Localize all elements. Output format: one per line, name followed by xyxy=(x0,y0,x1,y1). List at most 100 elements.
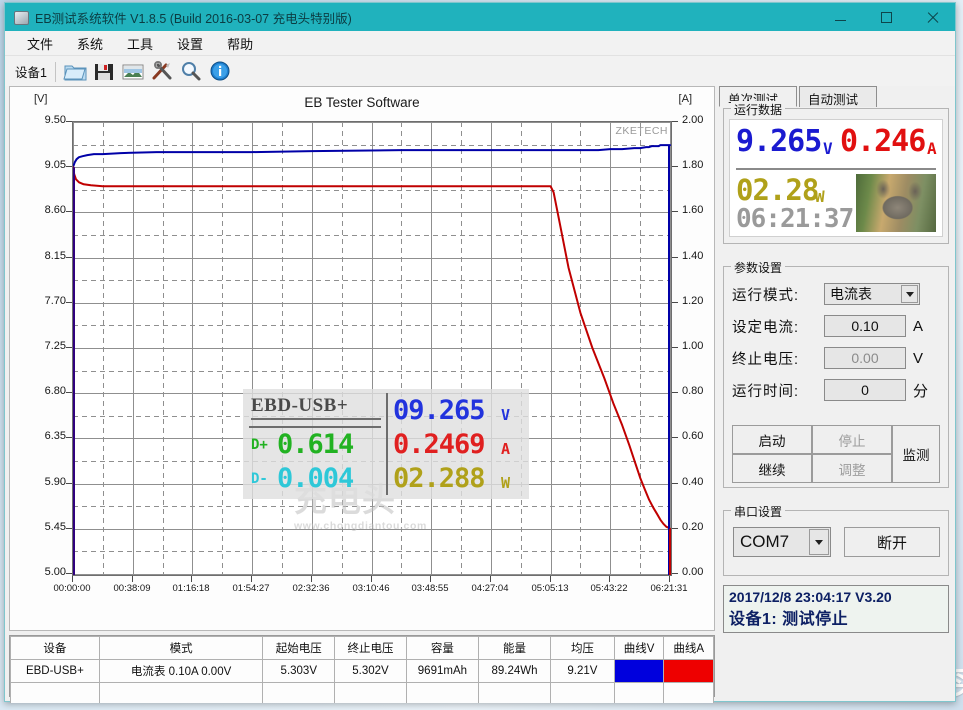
th-start-voltage: 起始电压 xyxy=(262,636,336,660)
cell-empty-8 xyxy=(613,682,665,703)
ebd-power-unit: W xyxy=(501,474,511,492)
y-axis-left-tick-label: 6.80 xyxy=(44,385,66,397)
picture-icon[interactable] xyxy=(121,60,146,83)
x-axis-tick-label: 05:43:22 xyxy=(590,583,628,594)
chevron-down-icon[interactable] xyxy=(809,529,829,555)
x-axis-tick-mark xyxy=(490,576,491,582)
toolbar: 设备1 xyxy=(5,56,955,88)
tab-auto-test[interactable]: 自动测试 xyxy=(799,86,877,107)
th-avg-voltage: 均压 xyxy=(550,636,615,660)
x-axis-tick-label: 01:54:27 xyxy=(232,583,270,594)
menu-item-file[interactable]: 文件 xyxy=(17,32,63,55)
cell-empty-9 xyxy=(663,682,714,703)
y-axis-right-tick-mark xyxy=(672,302,678,303)
label-set-current: 设定电流: xyxy=(732,319,800,336)
select-serial-port[interactable]: COM7 xyxy=(733,527,831,557)
ebd-dplus-label: D+ xyxy=(251,437,268,453)
cell-end-voltage: 5.302V xyxy=(334,659,407,683)
x-axis-tick-mark xyxy=(132,576,133,582)
tools-icon[interactable] xyxy=(150,60,175,83)
maximize-button[interactable] xyxy=(863,3,909,31)
chevron-down-icon[interactable] xyxy=(901,285,918,303)
th-capacity: 容量 xyxy=(405,636,480,660)
cell-empty-2 xyxy=(98,682,264,703)
row-run-mode: 运行模式: 电流表 xyxy=(732,281,920,307)
zoom-icon[interactable] xyxy=(179,60,204,83)
select-run-mode[interactable]: 电流表 xyxy=(824,283,920,305)
run-voltage-unit: V xyxy=(823,139,833,158)
start-button[interactable]: 启动 xyxy=(732,425,812,454)
chart-title: EB Tester Software xyxy=(304,95,420,110)
cell-curve-v-swatch[interactable] xyxy=(613,659,665,683)
y-axis-right-unit: [A] xyxy=(678,93,692,105)
serial-port-group: 串口设置 COM7 断开 xyxy=(723,503,949,576)
menu-item-system[interactable]: 系统 xyxy=(67,32,113,55)
x-axis-tick-label: 03:10:46 xyxy=(352,583,390,594)
menu-item-help[interactable]: 帮助 xyxy=(217,32,263,55)
row-set-current: 设定电流: 0.10 A xyxy=(732,313,923,339)
minimize-button[interactable] xyxy=(817,3,863,31)
input-set-current[interactable]: 0.10 xyxy=(824,315,906,337)
y-axis-left-tick-label: 5.00 xyxy=(44,566,66,578)
save-disk-icon[interactable] xyxy=(92,60,117,83)
close-button[interactable] xyxy=(909,3,955,31)
x-axis-tick-mark xyxy=(191,576,192,582)
plot-area[interactable]: ZKETECH 充电头 www.chongdiantou.com EBD-USB… xyxy=(72,121,672,576)
cat-photo xyxy=(856,174,936,232)
menu-item-settings[interactable]: 设置 xyxy=(167,32,213,55)
y-axis-right-tick-mark xyxy=(672,347,678,348)
parameters-group: 参数设置 运行模式: 电流表 设定电流: 0.10 A 终止电压: 0.00 V… xyxy=(723,259,949,488)
adjust-button[interactable]: 调整 xyxy=(812,454,892,483)
th-energy: 能量 xyxy=(477,636,552,660)
parameters-legend: 参数设置 xyxy=(731,259,786,276)
open-folder-icon[interactable] xyxy=(63,60,88,83)
th-curve-v: 曲线V xyxy=(613,636,665,660)
cell-avg-voltage: 9.21V xyxy=(550,659,615,683)
y-axis-left-tick-label: 8.15 xyxy=(44,250,66,262)
table-row-empty xyxy=(10,682,714,703)
cell-energy: 89.24Wh xyxy=(477,659,552,683)
menu-item-tools[interactable]: 工具 xyxy=(117,32,163,55)
ebd-brand-label: EBD-USB+ xyxy=(251,395,381,420)
ebd-divider-horizontal xyxy=(249,426,381,428)
continue-button[interactable]: 继续 xyxy=(732,454,812,483)
input-run-time[interactable]: 0 xyxy=(824,379,906,401)
cell-empty-1 xyxy=(10,682,100,703)
x-axis-tick-mark xyxy=(371,576,372,582)
y-axis-right-tick-mark xyxy=(672,392,678,393)
run-data-divider xyxy=(736,168,936,170)
row-cutoff-voltage: 终止电压: 0.00 V xyxy=(732,345,923,371)
cell-capacity: 9691mAh xyxy=(405,659,480,683)
disconnect-button[interactable]: 断开 xyxy=(844,527,940,557)
label-cutoff-voltage: 终止电压: xyxy=(732,351,800,368)
input-cutoff-voltage[interactable]: 0.00 xyxy=(824,347,906,369)
unit-set-current: A xyxy=(913,317,924,335)
cell-device: EBD-USB+ xyxy=(10,659,100,683)
cell-curve-a-swatch[interactable] xyxy=(663,659,714,683)
stop-button[interactable]: 停止 xyxy=(812,425,892,454)
y-axis-left-tick-label: 9.05 xyxy=(44,159,66,171)
info-icon[interactable] xyxy=(208,60,233,83)
window-title: EB测试系统软件 V1.8.5 (Build 2016-03-07 充电头特别版… xyxy=(35,11,352,26)
cell-empty-7 xyxy=(550,682,615,703)
chart-curves xyxy=(73,122,671,575)
ebd-dminus-label: D- xyxy=(251,471,268,487)
chart-brand-watermark: ZKETECH xyxy=(615,125,668,137)
toolbar-device-tab[interactable]: 设备1 xyxy=(13,60,53,83)
x-axis-tick-mark xyxy=(311,576,312,582)
table-row[interactable]: EBD-USB+ 电流表 0.10A 0.00V 5.303V 5.302V 9… xyxy=(10,659,714,683)
maximize-icon xyxy=(880,11,892,23)
x-axis-tick-label: 05:05:13 xyxy=(531,583,569,594)
app-icon xyxy=(13,9,29,25)
y-axis-right-tick-mark xyxy=(672,211,678,212)
cell-mode: 电流表 0.10A 0.00V xyxy=(98,659,264,683)
x-axis-tick-label: 01:16:18 xyxy=(172,583,210,594)
right-panel: 单次测试 自动测试 运行数据 9.265 V 0.246 A 02.28 W 0… xyxy=(719,86,951,701)
y-axis-left-tick-label: 7.25 xyxy=(44,340,66,352)
ebd-current-value: 0.2469 xyxy=(393,429,486,460)
cell-start-voltage: 5.303V xyxy=(262,659,336,683)
x-axis-tick-label: 02:32:36 xyxy=(292,583,330,594)
unit-cutoff-voltage: V xyxy=(913,349,924,367)
monitor-button[interactable]: 监测 xyxy=(892,425,940,483)
th-mode: 模式 xyxy=(98,636,264,660)
